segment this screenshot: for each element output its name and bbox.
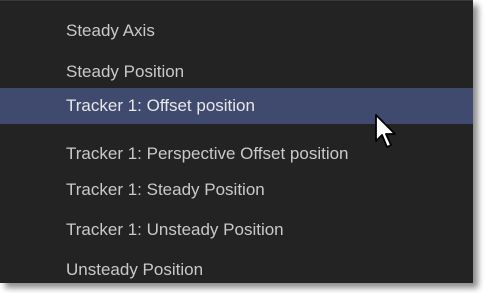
menu-item-steady-axis[interactable]: Steady Axis — [0, 13, 473, 49]
menu-item-tracker1-perspective-offset-position[interactable]: Tracker 1: Perspective Offset position — [0, 136, 473, 172]
dropdown-menu: Steady Axis Steady Position Tracker 1: O… — [0, 0, 473, 283]
menu-item-unsteady-position[interactable]: Unsteady Position — [0, 252, 473, 288]
menu-item-tracker1-unsteady-position[interactable]: Tracker 1: Unsteady Position — [0, 212, 473, 248]
menu-item-steady-position[interactable]: Steady Position — [0, 54, 473, 90]
menu-item-tracker1-steady-position[interactable]: Tracker 1: Steady Position — [0, 172, 473, 208]
menu-item-tracker1-offset-position[interactable]: Tracker 1: Offset position — [0, 88, 473, 124]
